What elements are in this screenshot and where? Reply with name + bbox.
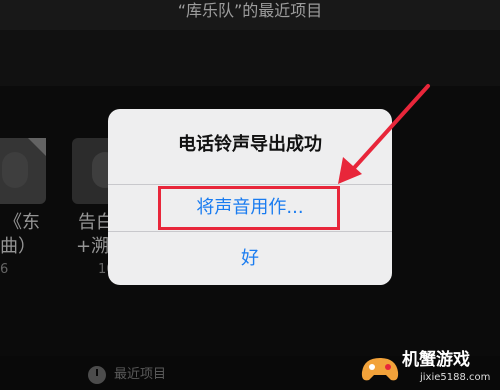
watermark-name: 机蟹游戏 [402,350,470,370]
watermark: 机蟹游戏 jixie5188.com [358,346,498,390]
annotation-arrow-shaft [352,84,430,170]
annotation-arrow-layer [338,84,430,184]
gamepad-logo-icon [361,358,399,381]
watermark-url: jixie5188.com [420,372,491,383]
